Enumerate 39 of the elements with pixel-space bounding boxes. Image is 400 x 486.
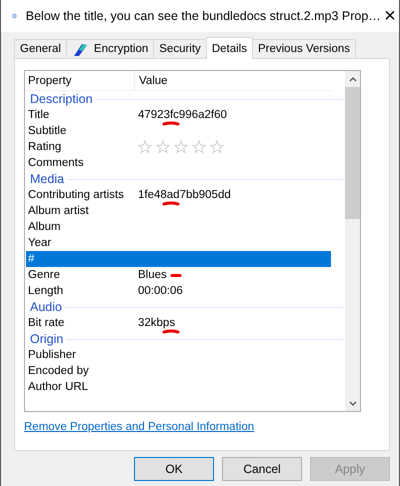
property-name: Subtitle [27,125,68,137]
property-name: # [27,253,36,265]
scroll-up-icon[interactable] [348,76,356,82]
group-heading: Audio [30,300,62,314]
tab[interactable]: Encryption [66,39,154,58]
close-button[interactable]: × [380,4,399,28]
property-name: Year [27,237,52,249]
window-title: Below the title, you can see the bundledocs struct.2.mp3 Prop… [26,9,381,23]
scrollbar[interactable] [345,71,360,411]
column-header[interactable]: Value [134,72,331,90]
property-name: Encoded by [27,365,90,377]
column-header[interactable]: Property [26,75,134,87]
property-value: 32kbps [138,317,176,329]
property-name: Contributing artists [27,189,125,201]
group-heading: Origin [30,332,64,346]
property-name: Author URL [27,381,90,393]
group-heading: Description [30,92,93,106]
property-name: Album [27,221,62,233]
property-name: Album artist [27,205,90,217]
property-name: Title [27,109,50,121]
tab[interactable]: Previous Versions [252,39,356,58]
property-name: Bit rate [27,317,66,329]
property-value: 47923fc996a2f60 [138,109,227,121]
scroll-down-icon[interactable] [348,400,356,406]
dialog-button[interactable]: OK [134,457,214,481]
property-value: 1fe48ad7bb905dd [138,189,231,201]
selected-row[interactable]: # [26,251,331,267]
property-value: 00:00:06 [138,285,183,297]
remove-properties-link[interactable]: Remove Properties and Personal Information [24,421,254,433]
property-name: Rating [27,141,62,153]
property-value: Blues [138,269,167,281]
property-name: Publisher [27,349,77,361]
property-name: Genre [27,269,61,281]
property-name: Comments [27,157,85,169]
dialog-button[interactable]: Cancel [222,457,302,481]
tab[interactable]: General [14,39,67,58]
group-heading: Media [30,172,64,186]
property-name: Length [27,285,64,297]
tab[interactable]: Details [206,37,253,59]
